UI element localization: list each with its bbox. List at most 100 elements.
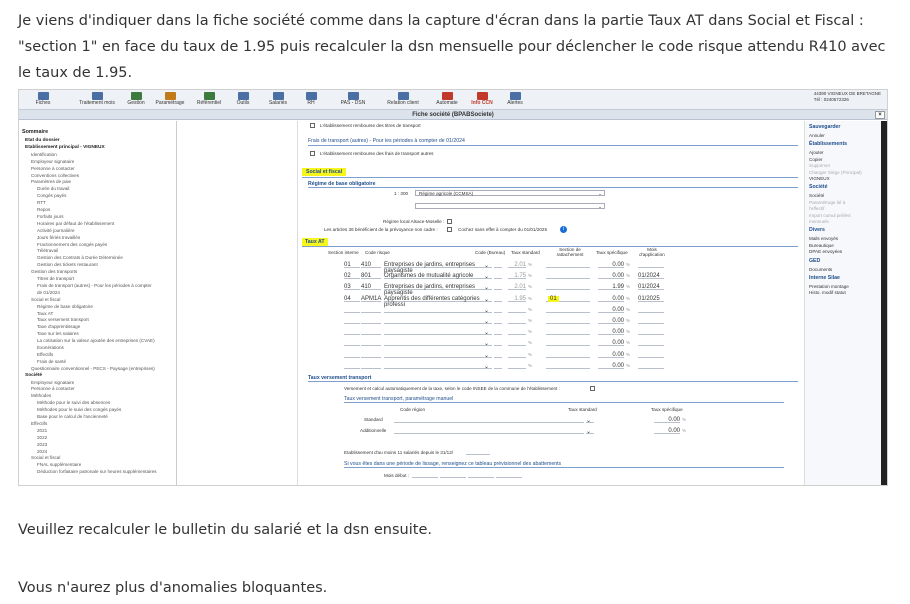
vt-taux-specifique-input[interactable]: 0.00 bbox=[654, 417, 680, 423]
toolbar-12-button[interactable]: Alertes bbox=[503, 91, 527, 109]
nav-item[interactable]: La cotisation sur la valeur ajoutée des … bbox=[37, 338, 155, 343]
panel-item[interactable]: Documents bbox=[809, 267, 832, 272]
section-interne-input[interactable] bbox=[344, 307, 360, 313]
toolbar-9-button[interactable]: Relation client bbox=[381, 91, 425, 109]
regime-select[interactable]: Régime agricole (CCMSA) ⌄ bbox=[415, 190, 605, 196]
nav-item[interactable]: Méthode pour le suivi des absences bbox=[37, 400, 110, 405]
mois-application-input[interactable]: 01/2024 bbox=[638, 284, 664, 291]
nav-item[interactable]: Titres de transport bbox=[37, 276, 74, 281]
nav-item[interactable]: Horaires par défaut de l'établissement bbox=[37, 221, 114, 226]
panel-item[interactable]: VIGNEUX bbox=[809, 176, 830, 181]
nav-item[interactable]: Durée du travail bbox=[37, 186, 69, 191]
libelle-select[interactable] bbox=[384, 307, 484, 313]
code-bureau-input[interactable] bbox=[494, 296, 502, 302]
section-interne-input[interactable] bbox=[344, 318, 360, 324]
toolbar-0-button[interactable]: Fiches bbox=[23, 91, 63, 109]
nav-item[interactable]: Effectifs bbox=[37, 352, 53, 357]
reimburse-titles-checkbox[interactable] bbox=[310, 123, 315, 128]
code-risque-input[interactable] bbox=[361, 307, 381, 313]
mois-debut-input-2[interactable] bbox=[440, 472, 466, 478]
libelle-select[interactable] bbox=[384, 329, 484, 336]
mois-application-input[interactable]: 01/2025 bbox=[638, 296, 664, 302]
code-bureau-input[interactable] bbox=[494, 307, 502, 313]
section-rattachement-input[interactable]: 01 bbox=[546, 295, 590, 302]
taux-specifique-input[interactable]: 0.00 bbox=[598, 318, 624, 324]
toolbar-11-button[interactable]: Info CCN bbox=[465, 91, 499, 109]
section-interne-input[interactable] bbox=[344, 329, 360, 336]
nav-item[interactable]: RTT bbox=[37, 200, 46, 205]
nav-item[interactable]: Taux versement transport bbox=[37, 317, 89, 322]
vt-region-select[interactable] bbox=[394, 417, 584, 423]
toolbar-3-button[interactable]: Paramétrage bbox=[153, 91, 187, 109]
code-bureau-input[interactable] bbox=[494, 284, 502, 291]
panel-item[interactable]: Société bbox=[809, 193, 824, 198]
alsace-moselle-checkbox[interactable] bbox=[447, 219, 452, 224]
code-risque-input[interactable] bbox=[361, 340, 381, 347]
section-interne-input[interactable] bbox=[344, 340, 360, 347]
section-rattachement-input[interactable] bbox=[546, 262, 590, 268]
code-bureau-input[interactable] bbox=[494, 363, 502, 369]
vt-region-select[interactable] bbox=[394, 428, 584, 434]
info-icon[interactable]: i bbox=[560, 226, 567, 233]
panel-item[interactable]: Annuler bbox=[809, 133, 825, 138]
libelle-select[interactable]: Organismes de mutualité agricole bbox=[384, 273, 484, 280]
mois-application-input[interactable] bbox=[638, 329, 664, 336]
articles-36-checkbox[interactable] bbox=[447, 227, 452, 232]
taux-specifique-input[interactable]: 0.00 bbox=[598, 352, 624, 358]
nav-item[interactable]: 2024 bbox=[37, 449, 47, 454]
nav-item[interactable]: Jours fériés travaillés bbox=[37, 235, 80, 240]
etab-11-year-input[interactable] bbox=[466, 449, 490, 455]
section-rattachement-input[interactable] bbox=[546, 340, 590, 347]
mois-debut-input-4[interactable] bbox=[496, 472, 522, 478]
toolbar-4-button[interactable]: Référentiel bbox=[193, 91, 225, 109]
nav-item[interactable]: Taux AT bbox=[37, 311, 53, 316]
taux-specifique-input[interactable]: 0.00 bbox=[598, 329, 624, 336]
mois-application-input[interactable] bbox=[638, 363, 664, 369]
mois-application-input[interactable]: 01/2024 bbox=[638, 273, 664, 280]
reimburse-other-checkbox[interactable] bbox=[310, 151, 315, 156]
nav-item[interactable]: Télétravail bbox=[37, 248, 58, 253]
taux-specifique-input[interactable]: 0.00 bbox=[598, 340, 624, 347]
nav-item[interactable]: Effectifs bbox=[31, 421, 47, 426]
code-risque-input[interactable]: 410 bbox=[361, 284, 381, 291]
nav-item[interactable]: 2021 bbox=[37, 428, 47, 433]
panel-item[interactable]: DPAE envoyées bbox=[809, 249, 842, 254]
nav-item[interactable]: Société bbox=[25, 373, 42, 378]
taux-specifique-input[interactable]: 0.00 bbox=[598, 307, 624, 313]
panel-item[interactable]: Divers bbox=[809, 228, 825, 233]
nav-item[interactable]: Gestion des transports bbox=[31, 269, 77, 274]
mois-debut-input-1[interactable] bbox=[412, 472, 438, 478]
panel-item[interactable]: Copier bbox=[809, 157, 823, 162]
nav-item[interactable]: Identification bbox=[31, 152, 57, 157]
nav-item[interactable]: Questionnaire conventionnel - PECS - Pay… bbox=[31, 366, 155, 371]
nav-item[interactable]: Frais de transport (autres) - Pour les p… bbox=[37, 283, 152, 288]
code-risque-input[interactable] bbox=[361, 363, 381, 369]
toolbar-8-button[interactable]: PAS - DSN bbox=[333, 91, 373, 109]
close-icon[interactable]: × bbox=[875, 111, 885, 119]
nav-item[interactable]: Régime de base obligatoire bbox=[37, 304, 93, 309]
code-risque-input[interactable]: APM1A bbox=[361, 296, 381, 302]
code-risque-input[interactable]: 801 bbox=[361, 273, 381, 280]
code-bureau-input[interactable] bbox=[494, 318, 502, 324]
nav-item[interactable]: Fractionnement des congés payés bbox=[37, 242, 107, 247]
code-risque-input[interactable] bbox=[361, 329, 381, 336]
nav-item[interactable]: Frais de santé bbox=[37, 359, 66, 364]
nav-item[interactable]: Etat du dossier bbox=[25, 138, 60, 143]
code-bureau-input[interactable] bbox=[494, 340, 502, 347]
panel-item[interactable]: Bureautique bbox=[809, 243, 834, 248]
taux-specifique-input[interactable]: 0.00 bbox=[598, 262, 624, 268]
code-risque-input[interactable] bbox=[361, 352, 381, 358]
mois-application-input[interactable] bbox=[638, 262, 664, 268]
nav-item[interactable]: Employeur signataire bbox=[31, 159, 74, 164]
nav-item[interactable]: Gestion des tickets restaurant bbox=[37, 262, 98, 267]
nav-item[interactable]: Gestion des Contrats à Durée Déterminée bbox=[37, 255, 123, 260]
libelle-select[interactable]: Entreprises de jardins, entreprises pays… bbox=[384, 262, 484, 274]
nav-item[interactable]: 2022 bbox=[37, 435, 47, 440]
nav-item[interactable]: 2023 bbox=[37, 442, 47, 447]
vt-auto-checkbox[interactable] bbox=[590, 386, 595, 391]
mois-application-input[interactable] bbox=[638, 340, 664, 347]
nav-item[interactable]: Social et fiscal bbox=[31, 455, 60, 460]
section-rattachement-input[interactable] bbox=[546, 352, 590, 358]
nav-item[interactable]: Déduction forfaitaire patronale sur heur… bbox=[37, 469, 157, 474]
taux-specifique-input[interactable]: 1.99 bbox=[598, 284, 624, 291]
